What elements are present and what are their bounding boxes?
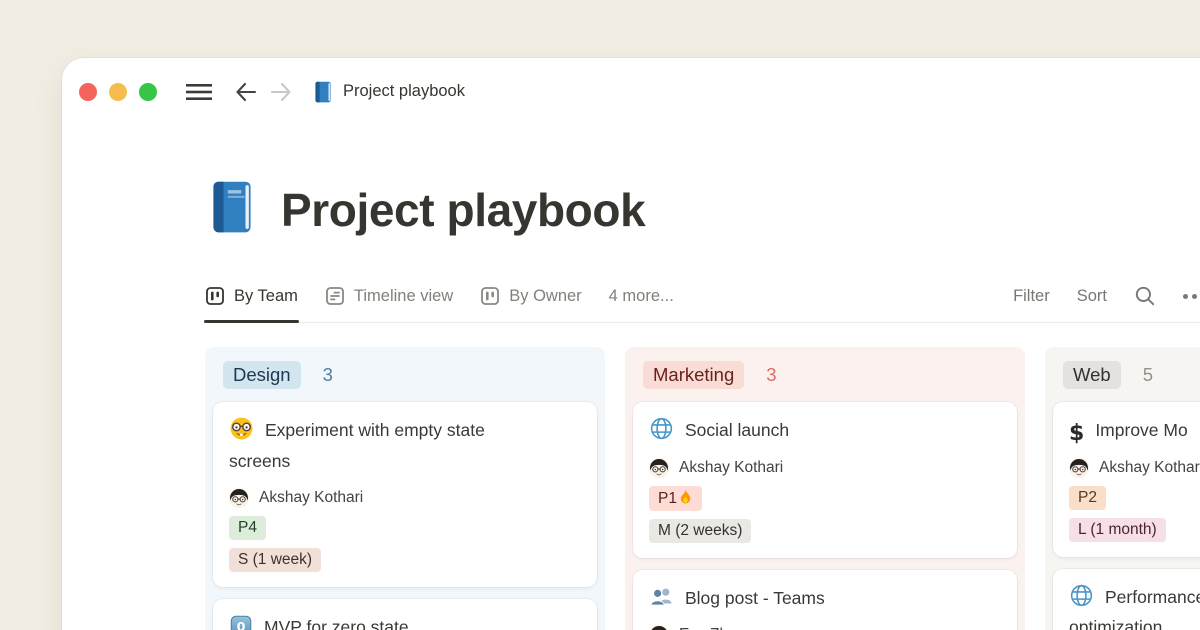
card-improve-mo[interactable]: $Improve Mo Akshay Kothari P2 L (1 month) [1053,402,1200,557]
page-title: Project playbook [281,183,645,237]
search-icon[interactable] [1134,285,1156,307]
column-web: Web 5 $Improve Mo Akshay Kothari P2 L (1 mont… [1045,347,1200,630]
globe-icon [1069,583,1094,608]
timeline-view-icon [325,286,345,306]
back-arrow-icon[interactable] [234,81,258,103]
card-title: Performance optimization [1069,582,1200,630]
card-social-launch[interactable]: Social launch Akshay Kothari P1 M (2 weeks) [633,402,1017,558]
column-card-count: 5 [1143,364,1153,386]
card-mvp-for-zero-state[interactable]: 0MVP for zero state [213,599,597,630]
column-header[interactable]: Marketing 3 [633,355,1017,402]
assignee-name: Akshay Kothari [259,489,363,507]
card-title: 0MVP for zero state [229,612,581,630]
card-assignee: Akshay Kothari [649,458,1001,478]
assignee-name: Akshay Kothari [1099,459,1200,477]
column-design: Design 3 Experiment with empty state scree… [205,347,605,630]
view-toolbar: Filter Sort [1013,285,1200,322]
page-header: Project playbook [205,178,1200,241]
card-tag-m-2-weeks: M (2 weeks) [649,519,751,543]
tab-label: 4 more... [609,287,674,306]
column-name-badge: Web [1063,361,1121,389]
view-tabbar: By Team Timeline view By Owner 4 more... Fi… [205,285,1200,323]
close-button[interactable] [79,83,97,101]
card-tag-p2: P2 [1069,486,1106,510]
page-book-icon [312,80,334,104]
column-marketing: Marketing 3 Social launch Akshay Kothari P1 M… [625,347,1025,630]
column-card-count: 3 [766,364,776,386]
assignee-name: Eva Zhang [679,626,754,630]
column-name-badge: Design [223,361,301,389]
card-tag-p1: P1 [649,486,702,511]
globe-icon [649,416,674,441]
column-header[interactable]: Web 5 [1053,355,1200,402]
more-options-icon[interactable] [1183,294,1200,299]
card-tag-p4: P4 [229,516,266,540]
window-titlebar: Project playbook [62,58,1200,104]
board-view-icon [205,286,225,306]
card-tag-s-1-week: S (1 week) [229,548,321,572]
column-card-count: 3 [323,364,333,386]
tab-label: By Team [234,287,298,306]
hamburger-menu-icon[interactable] [185,82,213,102]
assignee-avatar [1069,458,1089,478]
minimize-button[interactable] [109,83,127,101]
window-title: Project playbook [343,82,465,101]
nerd-face-icon [229,416,254,441]
tab-label: Timeline view [354,287,453,306]
assignee-avatar [649,458,669,478]
assignee-avatar [229,488,249,508]
column-name-badge: Marketing [643,361,744,389]
card-assignee: Akshay Kothari [1069,458,1200,478]
kanban-board: Design 3 Experiment with empty state scree… [205,347,1200,630]
fire-icon [678,489,693,505]
busts-icon [649,584,674,609]
card-assignee: Eva Zhang [649,625,1001,630]
card-performance[interactable]: Performance optimization [1053,569,1200,630]
tab-timeline-view[interactable]: Timeline view [325,286,453,321]
card-blog-post-teams[interactable]: Blog post - Teams Eva Zhang [633,570,1017,630]
zoom-button[interactable] [139,83,157,101]
assignee-avatar [649,625,669,630]
keycap-zero-icon: 0 [229,614,253,630]
tab-label: By Owner [509,287,581,306]
column-header[interactable]: Design 3 [213,355,597,402]
dollar-icon: $ [1069,434,1084,435]
board-view-icon [480,286,500,306]
card-title: Experiment with empty state screens [229,415,581,476]
tab-by-team[interactable]: By Team [205,286,298,321]
tab-by-owner[interactable]: By Owner [480,286,581,321]
card-assignee: Akshay Kothari [229,488,581,508]
assignee-name: Akshay Kothari [679,459,783,477]
page-book-icon-large [205,178,259,241]
forward-arrow-icon[interactable] [269,81,293,103]
app-window: Project playbook Project playbook By Tea… [62,58,1200,630]
card-tag-l-1-month: L (1 month) [1069,518,1166,542]
tab-4-more[interactable]: 4 more... [609,287,674,321]
filter-button[interactable]: Filter [1013,287,1050,306]
svg-text:0: 0 [237,620,246,630]
card-title: Social launch [649,415,1001,446]
card-title: $Improve Mo [1069,415,1200,446]
card-title: Blog post - Teams [649,583,1001,614]
card-experiment-with-empty-state[interactable]: Experiment with empty state screens Aksha… [213,402,597,587]
sort-button[interactable]: Sort [1077,287,1107,306]
